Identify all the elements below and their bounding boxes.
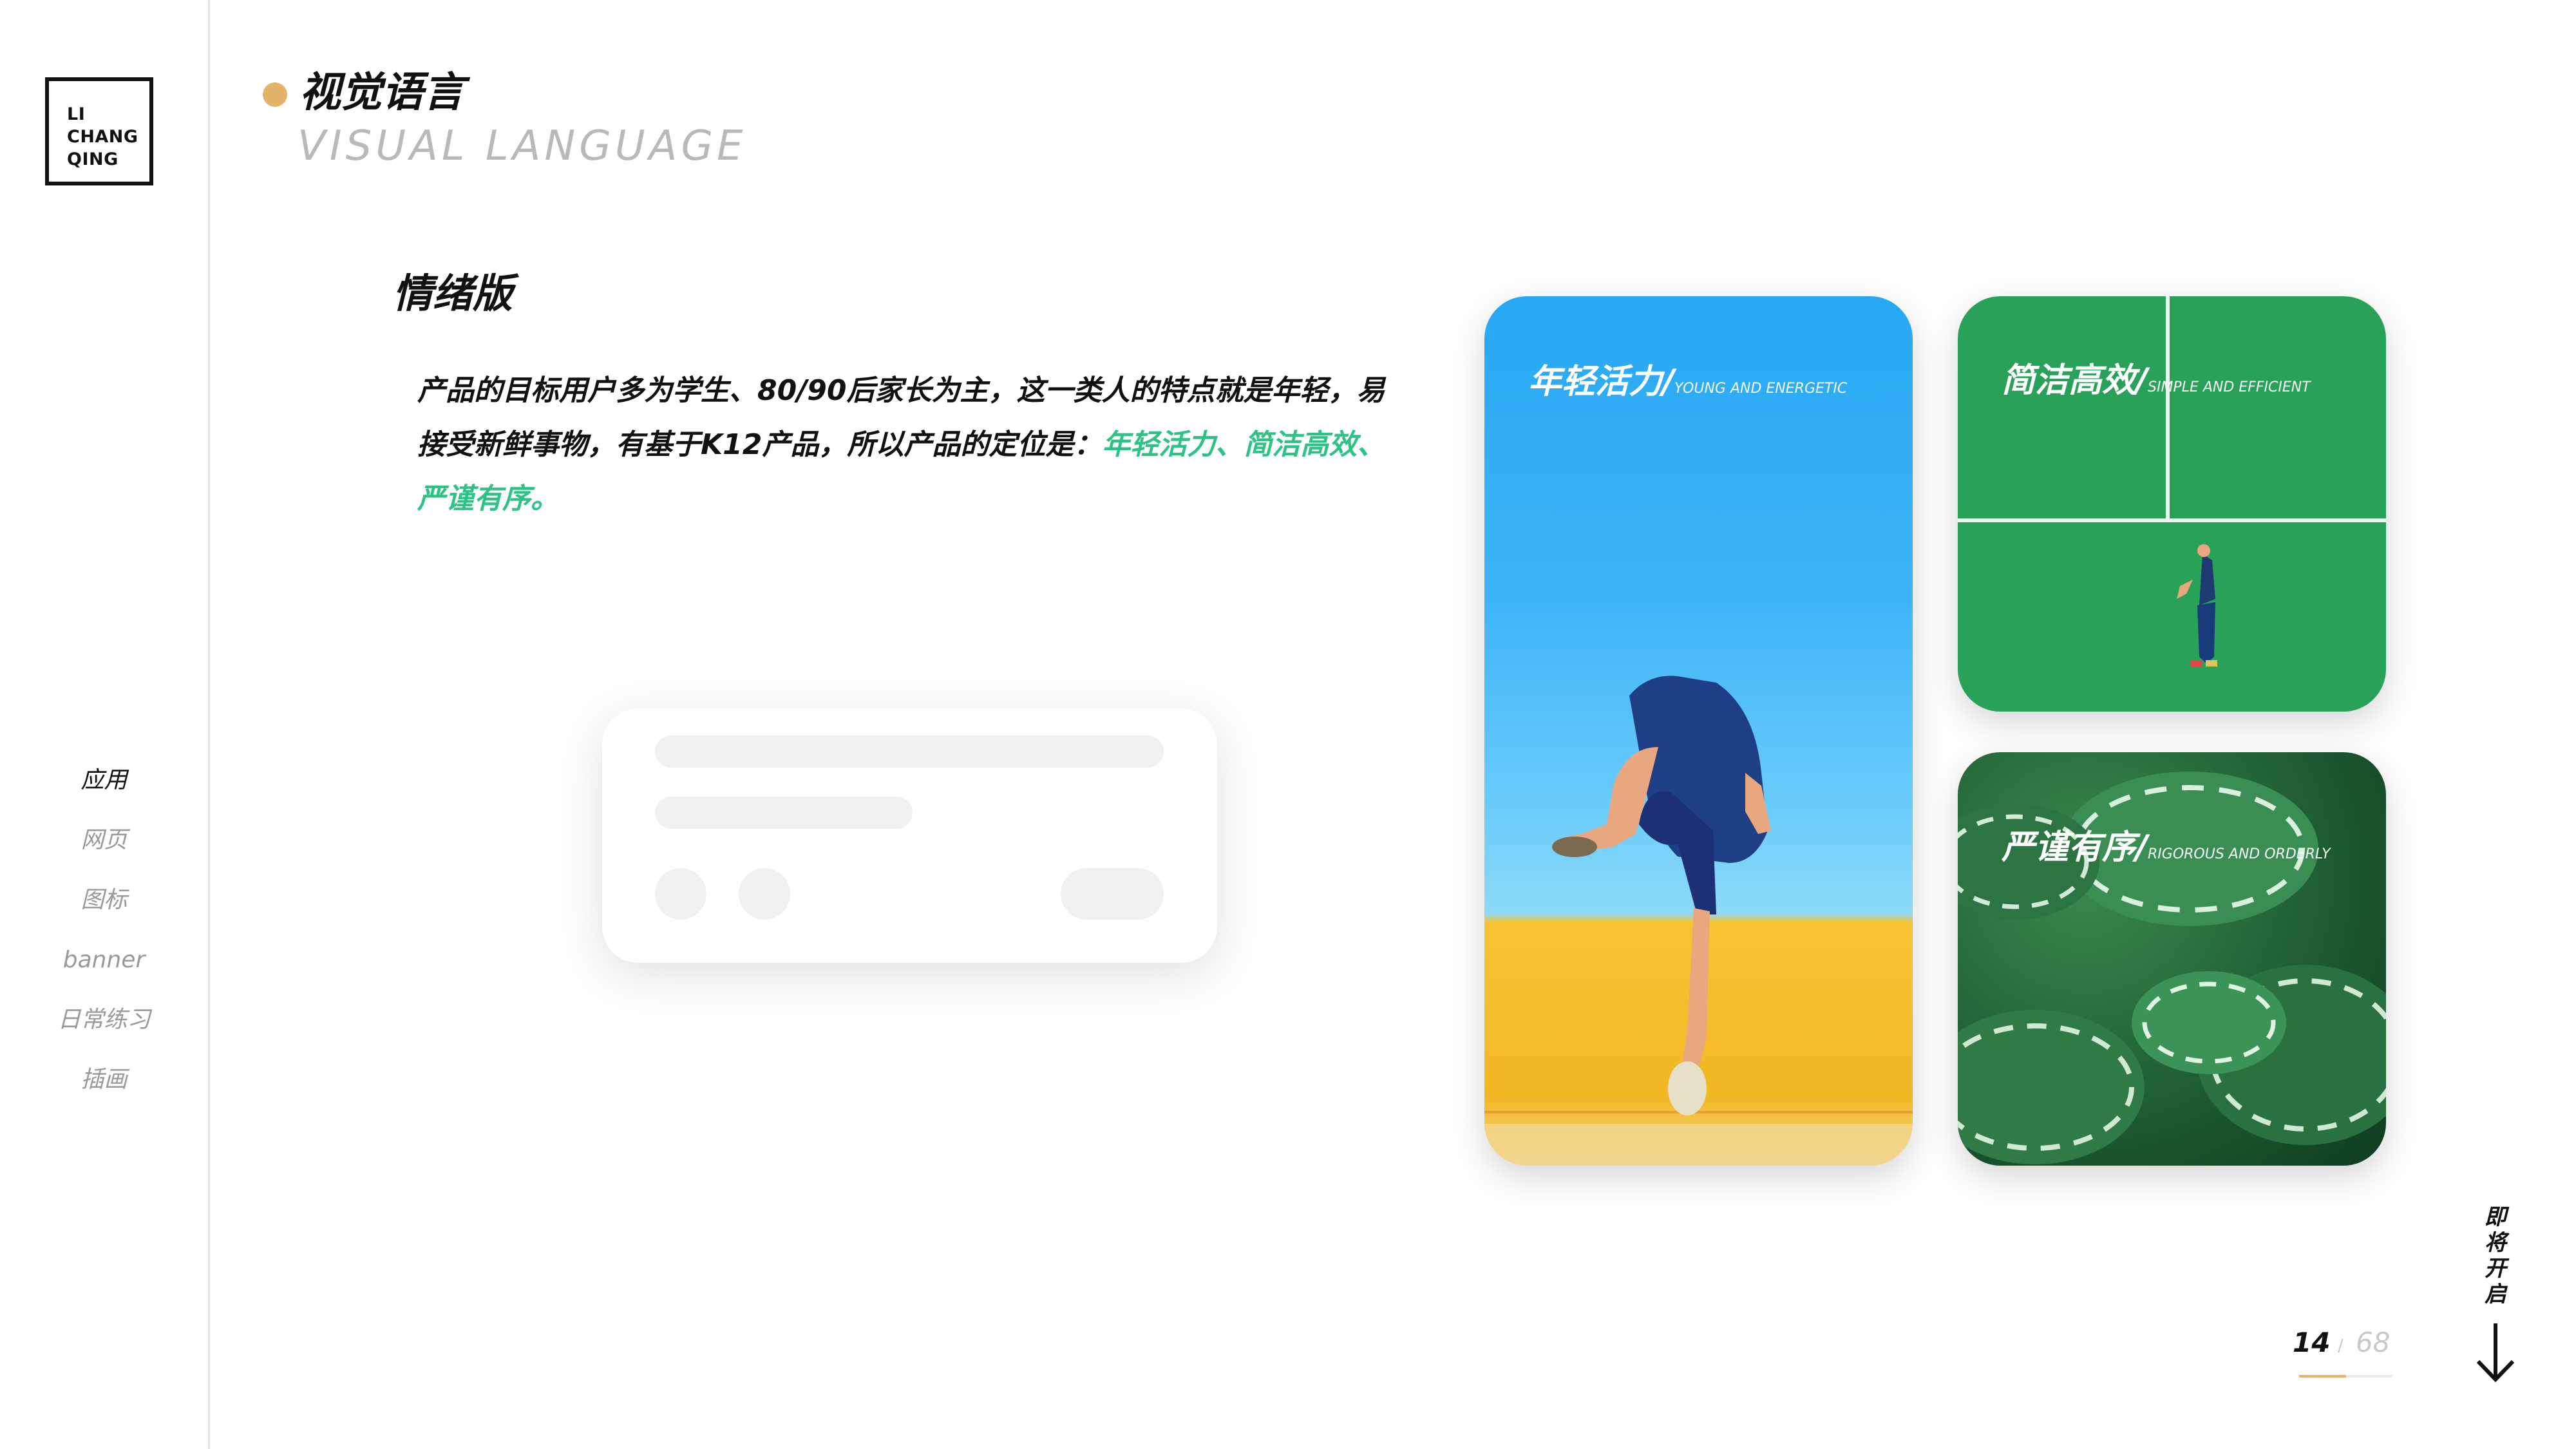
mood-card-simple-efficient: 简洁高效/SIMPLE AND EFFICIENT	[1958, 296, 2386, 712]
coming-soon-label: 即 将 开 启	[2479, 1204, 2512, 1307]
placeholder-line-short	[655, 797, 913, 829]
nav-item-banner[interactable]: banner	[0, 930, 208, 990]
mood-label-en: RIGOROUS AND ORDERLY	[2148, 846, 2331, 862]
placeholder-card	[602, 708, 1217, 963]
mood-label-en: SIMPLE AND EFFICIENT	[2148, 379, 2311, 395]
section-description: 产品的目标用户多为学生、80/90后家长为主，这一类人的特点就是年轻，易接受新鲜…	[417, 364, 1403, 526]
page-current: 14	[2293, 1327, 2331, 1358]
nav-item-web[interactable]: 网页	[0, 810, 208, 870]
placeholder-line-long	[655, 735, 1164, 768]
mood-card-young-energetic: 年轻活力/YOUNG AND ENERGETIC	[1484, 296, 1913, 1166]
logo-line-2: CHANG	[67, 127, 138, 147]
mood-label-cn: 严谨有序/	[2002, 828, 2148, 867]
placeholder-pill	[1061, 868, 1164, 920]
mood-card-rigorous-orderly: 严谨有序/RIGOROUS AND ORDERLY	[1958, 752, 2386, 1166]
logo-line-1: LI	[67, 104, 86, 124]
nav-item-app[interactable]: 应用	[0, 750, 208, 810]
nav-item-illustration[interactable]: 插画	[0, 1050, 208, 1110]
page-subtitle: VISUAL LANGUAGE	[298, 122, 747, 170]
leaves-illustration	[1958, 772, 2386, 1164]
coming-soon-char: 开	[2485, 1256, 2506, 1282]
mood-label: 严谨有序/RIGOROUS AND ORDERLY	[2002, 820, 2331, 868]
page-separator: /	[2338, 1336, 2344, 1356]
mood-label: 简洁高效/SIMPLE AND EFFICIENT	[2002, 353, 2311, 401]
page-progress-fill	[2299, 1375, 2346, 1378]
title-accent-dot	[263, 82, 287, 107]
climbing-person-illustration	[1484, 676, 1913, 1166]
category-nav: 应用 网页 图标 banner 日常练习 插画	[0, 750, 208, 1110]
coming-soon-char: 启	[2485, 1282, 2506, 1307]
nav-item-icons[interactable]: 图标	[0, 870, 208, 930]
logo[interactable]: LI CHANG QING	[45, 77, 153, 185]
page-title: 视觉语言	[299, 69, 464, 117]
section-title: 情绪版	[393, 270, 513, 317]
logo-line-3: QING	[67, 149, 118, 169]
placeholder-circle	[739, 868, 790, 920]
left-rail	[0, 0, 210, 1449]
coming-soon-char: 将	[2485, 1230, 2506, 1256]
coming-soon-char: 即	[2485, 1204, 2506, 1230]
arrow-down-icon[interactable]	[2473, 1320, 2518, 1385]
mood-label-cn: 简洁高效/	[2002, 361, 2148, 400]
page-total: 68	[2356, 1327, 2391, 1358]
nav-item-daily-practice[interactable]: 日常练习	[0, 990, 208, 1050]
placeholder-circle	[655, 868, 706, 920]
